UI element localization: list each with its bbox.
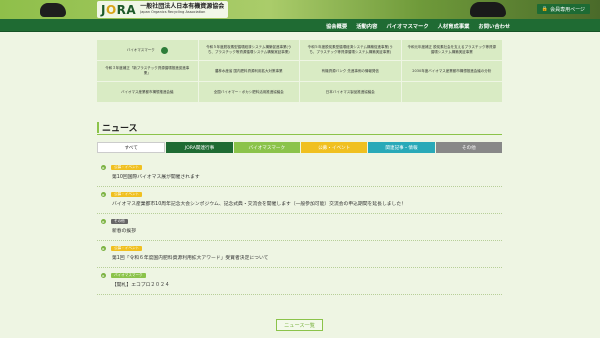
category-badge: 公募・イベント: [111, 246, 143, 251]
nav-item-activities[interactable]: 活動内容: [356, 22, 377, 30]
dropdown-item[interactable]: 令和３年度補正「新プラスチック資源循環推進促進事業」: [97, 61, 198, 81]
news-item[interactable]: ▸ その他 新春の挨拶: [97, 214, 502, 241]
category-badge: その他: [111, 219, 128, 224]
nav-item-contact[interactable]: お問い合わせ: [478, 22, 510, 30]
leaf-icon: [160, 46, 168, 54]
dropdown-item[interactable]: 有機資源バンク 先進事例の情報発信: [300, 61, 401, 81]
member-page-button[interactable]: 🔒 会員専用ページ: [537, 4, 590, 14]
nav-item-biomass-mark[interactable]: バイオマスマーク: [386, 22, 428, 30]
news-title[interactable]: バイオマス産業都市10周年記念大会シンポジウム、記念式典・交流会を開催します（一…: [112, 200, 406, 207]
dropdown-item[interactable]: バイオマスマーク: [97, 40, 198, 60]
arrow-right-icon: ▸: [101, 219, 106, 224]
member-page-label: 会員専用ページ: [550, 6, 586, 13]
lock-icon: 🔒: [541, 6, 549, 12]
tab-calls-events[interactable]: 公募・イベント: [300, 142, 368, 153]
news-list: ▸ 公募・イベント 第10回国際バイオマス展が開催されます ▸ 公募・イベント …: [97, 160, 502, 295]
tab-related-info[interactable]: 関連記事・情報: [368, 142, 435, 153]
nav-dropdown-menu: バイオマスマーク 令和５年度脱炭素型循環経済システム構築促進事業(うち、プラスチ…: [97, 40, 502, 102]
news-title[interactable]: 新春の挨拶: [112, 227, 136, 234]
news-title[interactable]: 第10回国際バイオマス展が開催されます: [112, 173, 200, 180]
news-list-button[interactable]: ニュース一覧: [276, 319, 323, 331]
dropdown-item[interactable]: 令和５年度脱炭素型循環経済システム構築促進事業(うち、プラスチック等資源循環シス…: [300, 40, 401, 60]
news-item[interactable]: ▸ バイオマスマーク 【開札】エコプロ２０２４: [97, 268, 502, 295]
main-nav: 協会概要 活動内容 バイオマスマーク 人材育成事業 お問い合わせ: [0, 19, 600, 32]
dropdown-item[interactable]: バイオマス産業都市構想推進会議: [97, 82, 198, 102]
news-heading: ニュース: [102, 124, 138, 134]
nav-item-about[interactable]: 協会概要: [326, 22, 347, 30]
category-badge: 公募・イベント: [111, 165, 143, 170]
news-title[interactable]: 第1回「令和６年度国内肥料資源利用拡大アワード」受賞者決定について: [112, 254, 268, 261]
arrow-right-icon: ▸: [101, 165, 106, 170]
tab-biomass-mark[interactable]: バイオマスマーク: [233, 142, 300, 153]
logo-mark: JORA: [101, 2, 137, 17]
title-accent-bar: [97, 122, 99, 133]
news-item[interactable]: ▸ 公募・イベント 第1回「令和６年度国内肥料資源利用拡大アワード」受賞者決定に…: [97, 241, 502, 268]
header-banner: JORA 一般社団法人日本有機資源協会 Japan Organics Recyc…: [0, 0, 600, 19]
arrow-right-icon: ▸: [101, 246, 106, 251]
title-divider: [97, 134, 502, 135]
cow-image: [470, 2, 506, 17]
dropdown-item[interactable]: 令和５年度脱炭素型循環経済システム構築促進事業(うち、プラスチック等資源循環シス…: [198, 40, 299, 60]
dropdown-item[interactable]: 農林水産省 国内肥料資源利用拡大対策事業: [198, 61, 299, 81]
arrow-right-icon: ▸: [101, 273, 106, 278]
news-item[interactable]: ▸ 公募・イベント 第10回国際バイオマス展が開催されます: [97, 160, 502, 187]
dropdown-item[interactable]: 令和元年度補正 脱炭素社会を支えるプラスチック等資源循環システム構築実証事業: [401, 40, 502, 60]
news-category-tabs: すべて JORA関連行事 バイオマスマーク 公募・イベント 関連記事・情報 その…: [97, 142, 502, 153]
site-logo[interactable]: JORA 一般社団法人日本有機資源協会 Japan Organics Recyc…: [97, 1, 229, 18]
dropdown-item-empty: [401, 82, 502, 102]
nav-item-training[interactable]: 人材育成事業: [438, 22, 470, 30]
dropdown-item[interactable]: 全国バイオマー・ボカシ肥料活用推進協議会: [198, 82, 299, 102]
category-badge: 公募・イベント: [111, 192, 143, 197]
cow-image: [40, 3, 66, 17]
tab-jora-events[interactable]: JORA関連行事: [166, 142, 233, 153]
news-section-title: ニュース: [97, 121, 138, 134]
tab-other[interactable]: その他: [435, 142, 502, 153]
dropdown-item[interactable]: 日本バイオマス製品推進協議会: [300, 82, 401, 102]
org-name-en: Japan Organics Recycling Association: [140, 10, 206, 15]
tab-all[interactable]: すべて: [97, 142, 166, 153]
news-item[interactable]: ▸ 公募・イベント バイオマス産業都市10周年記念大会シンポジウム、記念式典・交…: [97, 187, 502, 214]
arrow-right-icon: ▸: [101, 192, 106, 197]
dropdown-item[interactable]: 2030年度バイオマス産業都市構想推進会議の分析: [401, 61, 502, 81]
category-badge: バイオマスマーク: [111, 273, 146, 278]
news-title[interactable]: 【開札】エコプロ２０２４: [112, 281, 170, 288]
